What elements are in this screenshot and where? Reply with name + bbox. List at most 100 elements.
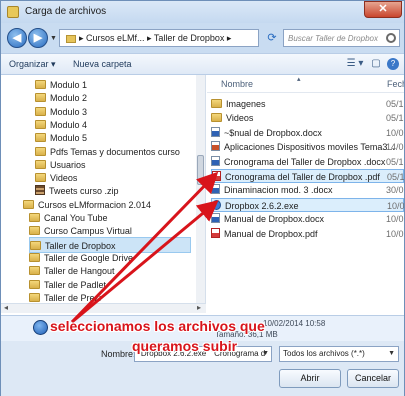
scroll-left-icon[interactable]: ◂ [4, 303, 8, 312]
file-type-value: Todos los archivos (*.*) [283, 349, 365, 358]
tree-item-label: Modulo 3 [50, 106, 88, 117]
address-bar[interactable]: ▸ Cursos eLMf... ▸ Taller de Dropbox ▸ [59, 29, 259, 47]
help-icon[interactable]: ? [387, 58, 399, 70]
file-upload-dialog: Carga de archivos ✕ ◀ ▶ ▼ ▸ Cursos eLMf.… [0, 0, 405, 396]
file-row[interactable]: Dropbox 2.6.2.exe 10/0 [211, 197, 404, 212]
folder-icon [7, 6, 19, 18]
file-date: 05/1 [386, 99, 404, 109]
tree-item-label: Modulo 4 [50, 119, 88, 130]
file-row[interactable]: Aplicaciones Dispositivos moviles Tema3.… [211, 140, 404, 154]
organize-button[interactable]: Organizar ▾ [9, 59, 56, 70]
folder-icon [35, 80, 46, 89]
tree-item-label: Pdfs Temas y documentos curso [50, 146, 180, 157]
folder-icon [35, 93, 46, 103]
file-name: Aplicaciones Dispositivos moviles Tema3.… [224, 142, 395, 153]
file-name: Dropbox 2.6.2.exe [225, 200, 299, 211]
file-date: 10/0 [386, 127, 404, 138]
history-dropdown-icon[interactable]: ▼ [50, 35, 57, 42]
folder-icon [35, 173, 46, 183]
file-row[interactable]: ~$nual de Dropbox.docx 10/0 [211, 126, 404, 140]
doc-file-icon [211, 213, 220, 224]
file-name: Cronograma del Taller de Dropbox .pdf [225, 172, 380, 182]
file-modified-date: 10/02/2014 10:58 [263, 319, 326, 328]
tree-item-label: Videos [50, 173, 78, 184]
forward-button[interactable]: ▶ [28, 28, 48, 48]
zip-file-icon [35, 185, 45, 196]
file-row[interactable]: Cronograma del Taller de Dropbox .pdf 05/… [211, 169, 404, 183]
file-date: 05/1 [386, 113, 404, 124]
exe-file-icon [212, 199, 221, 210]
file-date: 05/1 [387, 172, 404, 182]
file-name: Manual de Dropbox.docx [224, 214, 325, 225]
folder-icon [211, 113, 222, 123]
file-type-select[interactable]: Todos los archivos (*.*) ▼ [279, 346, 399, 362]
doc-file-icon [211, 126, 220, 137]
annotation-line-2: queramos subir [132, 338, 238, 354]
tree-horizontal-scrollbar[interactable]: ◂ ▸ [1, 303, 206, 313]
folder-icon [66, 34, 76, 43]
preview-pane-icon[interactable]: ▢ [369, 58, 383, 71]
browser-content: Modulo 1 Modulo 2 Modulo 3 Modulo 4 Modulo 5… [1, 75, 404, 315]
search-input[interactable]: Buscar Taller de Dropbox [283, 29, 400, 47]
sort-arrow-icon: ▴ [297, 76, 301, 83]
file-name: Manual de Dropbox.pdf [224, 228, 318, 239]
file-name: ~$nual de Dropbox.docx [224, 127, 322, 138]
folder-icon [29, 226, 40, 236]
file-row[interactable]: Manual de Dropbox.pdf 10/0 [211, 227, 404, 241]
new-folder-button[interactable]: Nueva carpeta [73, 59, 132, 69]
folder-icon [35, 159, 46, 169]
ppt-file-icon [211, 141, 220, 152]
doc-file-icon [211, 184, 220, 195]
file-row[interactable]: Cronograma del Taller de Dropbox .docx 05… [211, 155, 404, 169]
pdf-file-icon [212, 171, 221, 181]
file-date: 14/0 [386, 142, 404, 153]
close-button[interactable]: ✕ [364, 1, 402, 18]
dropbox-icon [33, 320, 48, 335]
title-bar: Carga de archivos ✕ [1, 1, 404, 23]
scroll-thumb[interactable] [197, 155, 204, 185]
address-path: ▸ Cursos eLMf... ▸ Taller de Dropbox ▸ [79, 33, 232, 43]
tree-vertical-scrollbar[interactable] [196, 75, 205, 303]
file-row[interactable]: Dinaminacion mod. 3 .docx 30/0 [211, 183, 404, 197]
folder-icon [35, 146, 46, 156]
chevron-down-icon[interactable]: ▼ [388, 347, 395, 361]
column-date[interactable]: Fech [387, 79, 404, 89]
search-icon [386, 33, 396, 43]
back-button[interactable]: ◀ [7, 28, 27, 48]
column-name[interactable]: Nombre [221, 79, 253, 89]
file-row[interactable]: Videos 05/1 [211, 111, 404, 125]
tree-item-label: Taller de Padlet [44, 279, 107, 290]
scroll-right-icon[interactable]: ▸ [197, 303, 201, 312]
cancel-button[interactable]: Cancelar [347, 369, 399, 388]
refresh-button[interactable]: ⟳ [263, 29, 281, 47]
annotation-line-1: seleccionamos los archivos que [50, 318, 265, 334]
file-date: 10/0 [387, 200, 404, 211]
tree-item-label: Modulo 5 [50, 133, 88, 144]
folder-icon [35, 119, 46, 129]
file-date: 10/0 [386, 214, 404, 225]
tree-item-label: Tweets curso .zip [49, 186, 119, 197]
folder-icon [29, 266, 40, 276]
open-button[interactable]: Abrir [279, 369, 341, 388]
command-toolbar: Organizar ▾ Nueva carpeta ☰ ▾ ▢ ? [1, 53, 404, 75]
folder-icon [23, 199, 34, 209]
file-row[interactable]: Manual de Dropbox.docx 10/0 [211, 212, 404, 226]
tree-item-label: Cursos eLMformacion 2.014 [38, 199, 152, 210]
file-name: Imagenes [226, 99, 266, 109]
file-row[interactable]: Imagenes 05/1 [211, 97, 404, 111]
folder-icon [35, 106, 46, 116]
tree-item-label: Taller de Hangout [44, 266, 115, 277]
file-date: 30/0 [386, 185, 404, 196]
folder-icon [29, 213, 40, 222]
folder-icon [29, 252, 40, 262]
folder-icon [211, 99, 222, 108]
tree-item-label: Curso Campus Virtual [44, 226, 132, 237]
pdf-file-icon [211, 227, 220, 238]
tree-item-label: Canal You Tube [44, 213, 108, 223]
chevron-down-icon[interactable]: ▼ [262, 347, 269, 361]
tree-item[interactable]: Taller de Prezi [29, 290, 191, 303]
file-list: Nombre ▴ Fech Imagenes 05/1 Videos 05/1 ~$nu… [207, 75, 404, 313]
file-date: 10/0 [386, 228, 404, 239]
folder-icon [29, 279, 40, 289]
view-options-icon[interactable]: ☰ ▾ [343, 58, 367, 71]
